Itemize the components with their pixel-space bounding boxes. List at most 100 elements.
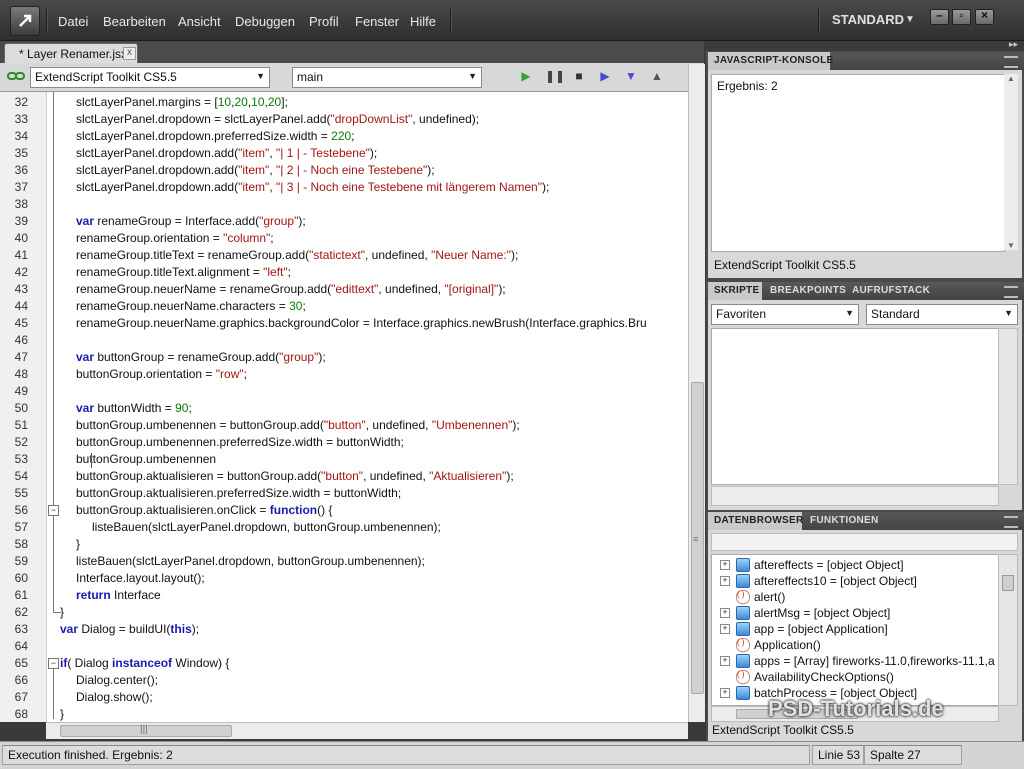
line-number: 48 (14, 367, 28, 381)
console-scrollbar[interactable]: ▲ ▼ (1004, 74, 1018, 250)
code-line: listeBauen(slctLayerPanel.dropdown, butt… (92, 520, 441, 534)
tab-funktionen[interactable]: FUNKTIONEN (804, 512, 878, 530)
object-icon (736, 686, 750, 700)
collapse-panels-icon[interactable]: ▸▸ (1009, 39, 1018, 50)
engine-value: main (297, 70, 324, 84)
code-line: if( Dialog instanceof Window) { (60, 656, 230, 670)
line-number: 46 (14, 333, 28, 347)
code-line: renameGroup.orientation = "column"; (76, 231, 274, 245)
tree-item-label: aftereffects = [object Object] (754, 558, 904, 572)
pause-button[interactable]: ❚❚ (545, 68, 565, 84)
panel-menu-icon[interactable] (1004, 56, 1018, 68)
stop-button[interactable]: ■ (571, 68, 587, 84)
scripts-scope-select[interactable]: Standard ▼ (866, 304, 1018, 325)
right-panel-column: ▸▸ JAVASCRIPT-KONSOLE Ergebnis: 2 ▲ ▼ Ex… (706, 39, 1024, 741)
line-number: 36 (14, 163, 28, 177)
tab-breakpoints[interactable]: BREAKPOINTS (764, 282, 846, 300)
close-window-button[interactable]: × (975, 8, 994, 25)
target-app-value: ExtendScript Toolkit CS5.5 (35, 70, 177, 84)
editor-horizontal-scrollbar[interactable]: ||| (46, 722, 688, 739)
expand-icon[interactable]: + (720, 560, 730, 570)
minimize-button[interactable]: – (930, 8, 949, 25)
status-line-field: Linie 53 (812, 745, 864, 765)
tab-datenbrowser[interactable]: DATENBROWSER (708, 512, 803, 530)
code-editor[interactable]: 32 33 34 35 36 37 38 39 40 41 42 43 44 4… (0, 92, 704, 722)
code-line: renameGroup.titleText.alignment = "left"… (76, 265, 291, 279)
databrowser-filter-input[interactable] (711, 533, 1018, 551)
document-tab[interactable]: * Layer Renamer.jsx x (4, 43, 138, 64)
tab-skripte[interactable]: SKRIPTE (708, 282, 762, 300)
console-output[interactable]: Ergebnis: 2 (711, 74, 1005, 252)
maximize-button[interactable]: ▫ (952, 8, 971, 25)
line-number: 61 (14, 588, 28, 602)
scripts-list-scrollbar[interactable] (998, 328, 1018, 485)
step-into-button[interactable]: ▼ (623, 68, 639, 84)
menu-profil[interactable]: Profil (309, 14, 339, 29)
menu-bearbeiten[interactable]: Bearbeiten (103, 14, 166, 29)
line-number: 59 (14, 554, 28, 568)
line-number: 38 (14, 197, 28, 211)
expand-icon[interactable]: + (720, 608, 730, 618)
tree-item-label: apps = [Array] fireworks-11.0,fireworks-… (754, 654, 995, 668)
step-out-button[interactable]: ▲ (649, 68, 665, 84)
close-tab-button[interactable]: x (123, 47, 136, 60)
line-number: 51 (14, 418, 28, 432)
object-icon (736, 574, 750, 588)
menu-datei[interactable]: Datei (58, 14, 88, 29)
engine-select[interactable]: main ▼ (292, 67, 482, 88)
menu-hilfe[interactable]: Hilfe (410, 14, 436, 29)
tab-aufrufstack[interactable]: AUFRUFSTACK (846, 282, 930, 300)
editor-vertical-scrollbar[interactable]: ≡ (688, 64, 705, 722)
tree-item-label: alert() (754, 590, 786, 604)
workspace-switcher[interactable]: STANDARD (832, 12, 904, 27)
text-cursor (91, 453, 92, 468)
code-line: } (76, 537, 81, 551)
expand-icon[interactable]: + (720, 576, 730, 586)
panel-menu-icon[interactable] (1004, 286, 1018, 298)
tab-javascript-konsole[interactable]: JAVASCRIPT-KONSOLE (708, 52, 833, 70)
panel-menu-icon[interactable] (1004, 516, 1018, 528)
function-icon (736, 670, 750, 684)
line-number: 40 (14, 231, 28, 245)
code-line: renameGroup.neuerName.characters = 30; (76, 299, 306, 313)
tree-item-label: AvailabilityCheckOptions() (754, 670, 894, 684)
chevron-down-icon[interactable]: ▼ (905, 14, 915, 25)
run-button[interactable]: ▶ (518, 68, 534, 84)
databrowser-tree[interactable]: + aftereffects = [object Object] + afteref… (711, 554, 999, 706)
scrollbar-thumb[interactable] (1002, 575, 1014, 591)
databrowser-panel-header: DATENBROWSER FUNKTIONEN (706, 512, 1024, 530)
expand-icon[interactable]: + (720, 624, 730, 634)
console-footer: ExtendScript Toolkit CS5.5 (714, 258, 856, 272)
menu-separator (46, 8, 48, 32)
scripts-favorites-select[interactable]: Favoriten ▼ (711, 304, 859, 325)
line-number: 68 (14, 707, 28, 721)
code-line: } (60, 707, 65, 721)
object-icon (736, 606, 750, 620)
line-number: 34 (14, 129, 28, 143)
line-number: 55 (14, 486, 28, 500)
menu-ansicht[interactable]: Ansicht (178, 14, 221, 29)
expand-icon[interactable]: + (720, 656, 730, 666)
target-app-select[interactable]: ExtendScript Toolkit CS5.5 ▼ (30, 67, 270, 88)
line-number: 47 (14, 350, 28, 364)
app-logo-icon[interactable] (10, 6, 40, 36)
menu-debuggen[interactable]: Debuggen (235, 14, 295, 29)
line-number: 44 (14, 299, 28, 313)
step-over-button[interactable]: ▶ (597, 68, 613, 84)
databrowser-scrollbar[interactable] (998, 554, 1018, 706)
code-line: Dialog.show(); (76, 690, 153, 704)
link-icon[interactable] (7, 70, 25, 80)
scripts-list[interactable] (711, 328, 999, 485)
line-number: 60 (14, 571, 28, 585)
code-line: var buttonGroup = renameGroup.add("group… (76, 350, 326, 364)
fold-toggle[interactable]: − (48, 505, 59, 516)
scripts-list-hscrollbar[interactable] (711, 486, 999, 506)
menu-fenster[interactable]: Fenster (355, 14, 399, 29)
fold-toggle[interactable]: − (48, 658, 59, 669)
object-icon (736, 654, 750, 668)
expand-icon[interactable]: + (720, 688, 730, 698)
document-tab-label: * Layer Renamer.jsx (19, 47, 128, 61)
code-line: return Interface (76, 588, 161, 602)
code-line: Dialog.center(); (76, 673, 159, 687)
line-number: 56 (14, 503, 28, 517)
